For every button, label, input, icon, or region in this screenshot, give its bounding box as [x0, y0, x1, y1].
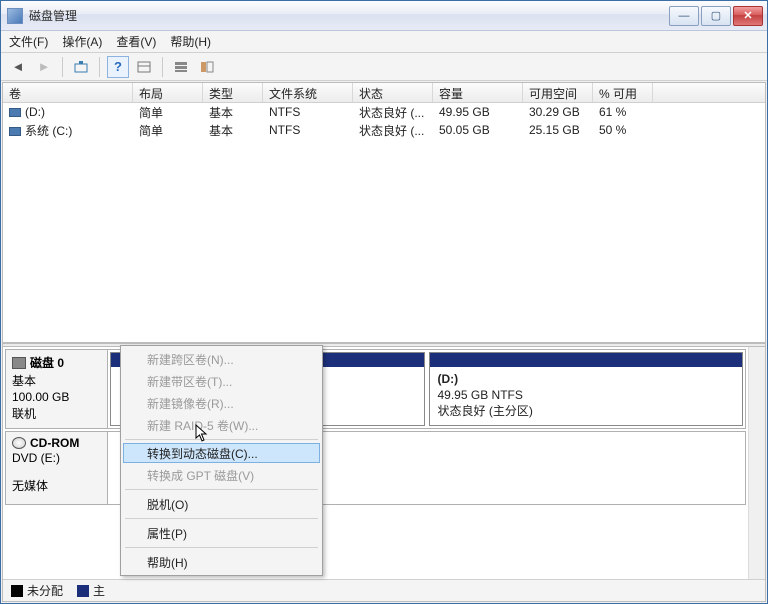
back-button[interactable]: ◄: [7, 56, 29, 78]
titlebar[interactable]: 磁盘管理 — ▢ ✕: [1, 1, 767, 31]
window-buttons: — ▢ ✕: [669, 6, 763, 26]
partition-stripe: [430, 353, 743, 367]
minimize-button[interactable]: —: [669, 6, 699, 26]
column-capacity[interactable]: 容量: [433, 83, 523, 102]
cdrom-icon: [12, 437, 26, 449]
menu-properties[interactable]: 属性(P): [123, 522, 320, 544]
menu-new-mirrored[interactable]: 新建镜像卷(R)...: [123, 392, 320, 414]
detail-icon[interactable]: [196, 56, 218, 78]
settings-icon[interactable]: [133, 56, 155, 78]
close-button[interactable]: ✕: [733, 6, 763, 26]
legend-unallocated: 未分配: [11, 582, 63, 599]
menu-help[interactable]: 帮助(H): [170, 33, 211, 50]
help-icon[interactable]: ?: [107, 56, 129, 78]
disk-label[interactable]: CD-ROM DVD (E:) 无媒体: [6, 432, 108, 504]
menu-action[interactable]: 操作(A): [62, 33, 102, 50]
menu-new-raid5[interactable]: 新建 RAID-5 卷(W)...: [123, 414, 320, 436]
menu-file[interactable]: 文件(F): [9, 33, 48, 50]
column-status[interactable]: 状态: [353, 83, 433, 102]
window-title: 磁盘管理: [29, 7, 669, 24]
graphical-view: 磁盘 0 基本 100.00 GB 联机 (D:): [3, 347, 765, 579]
column-layout[interactable]: 布局: [133, 83, 203, 102]
main-content: 卷 布局 类型 文件系统 状态 容量 可用空间 % 可用 (D:) 简单 基本 …: [2, 82, 766, 602]
volume-icon: [9, 127, 21, 136]
menu-convert-dynamic[interactable]: 转换到动态磁盘(C)...: [123, 443, 320, 463]
column-filesystem[interactable]: 文件系统: [263, 83, 353, 102]
menu-view[interactable]: 查看(V): [116, 33, 156, 50]
forward-button[interactable]: ►: [33, 56, 55, 78]
menu-new-striped[interactable]: 新建带区卷(T)...: [123, 370, 320, 392]
column-pctfree[interactable]: % 可用: [593, 83, 653, 102]
toolbar: ◄ ► ?: [1, 53, 767, 81]
table-row[interactable]: 系统 (C:) 简单 基本 NTFS 状态良好 (... 50.05 GB 25…: [3, 121, 765, 139]
volume-list[interactable]: (D:) 简单 基本 NTFS 状态良好 (... 49.95 GB 30.29…: [3, 103, 765, 343]
menu-convert-gpt[interactable]: 转换成 GPT 磁盘(V): [123, 464, 320, 486]
app-icon: [7, 8, 23, 24]
graphical-content[interactable]: 磁盘 0 基本 100.00 GB 联机 (D:): [3, 347, 748, 579]
column-volume[interactable]: 卷: [3, 83, 133, 102]
disk-management-window: 磁盘管理 — ▢ ✕ 文件(F) 操作(A) 查看(V) 帮助(H) ◄ ► ?…: [0, 0, 768, 604]
menubar: 文件(F) 操作(A) 查看(V) 帮助(H): [1, 31, 767, 53]
refresh-icon[interactable]: [70, 56, 92, 78]
volume-icon: [9, 108, 21, 117]
column-type[interactable]: 类型: [203, 83, 263, 102]
legend-primary: 主: [77, 582, 105, 599]
volume-table-header: 卷 布局 类型 文件系统 状态 容量 可用空间 % 可用: [3, 83, 765, 103]
menu-offline[interactable]: 脱机(O): [123, 493, 320, 515]
disk-row: 磁盘 0 基本 100.00 GB 联机 (D:): [5, 349, 746, 429]
menu-new-spanned[interactable]: 新建跨区卷(N)...: [123, 348, 320, 370]
partition[interactable]: (D:) 49.95 GB NTFS 状态良好 (主分区): [429, 352, 744, 426]
legend: 未分配 主: [3, 579, 765, 601]
list-icon[interactable]: [170, 56, 192, 78]
column-freespace[interactable]: 可用空间: [523, 83, 593, 102]
context-menu: 新建跨区卷(N)... 新建带区卷(T)... 新建镜像卷(R)... 新建 R…: [120, 345, 323, 576]
table-row[interactable]: (D:) 简单 基本 NTFS 状态良好 (... 49.95 GB 30.29…: [3, 103, 765, 121]
disk-icon: [12, 357, 26, 369]
menu-help[interactable]: 帮助(H): [123, 551, 320, 573]
disk-row: CD-ROM DVD (E:) 无媒体: [5, 431, 746, 505]
maximize-button[interactable]: ▢: [701, 6, 731, 26]
vertical-scrollbar[interactable]: [748, 347, 765, 579]
disk-label[interactable]: 磁盘 0 基本 100.00 GB 联机: [6, 350, 108, 428]
